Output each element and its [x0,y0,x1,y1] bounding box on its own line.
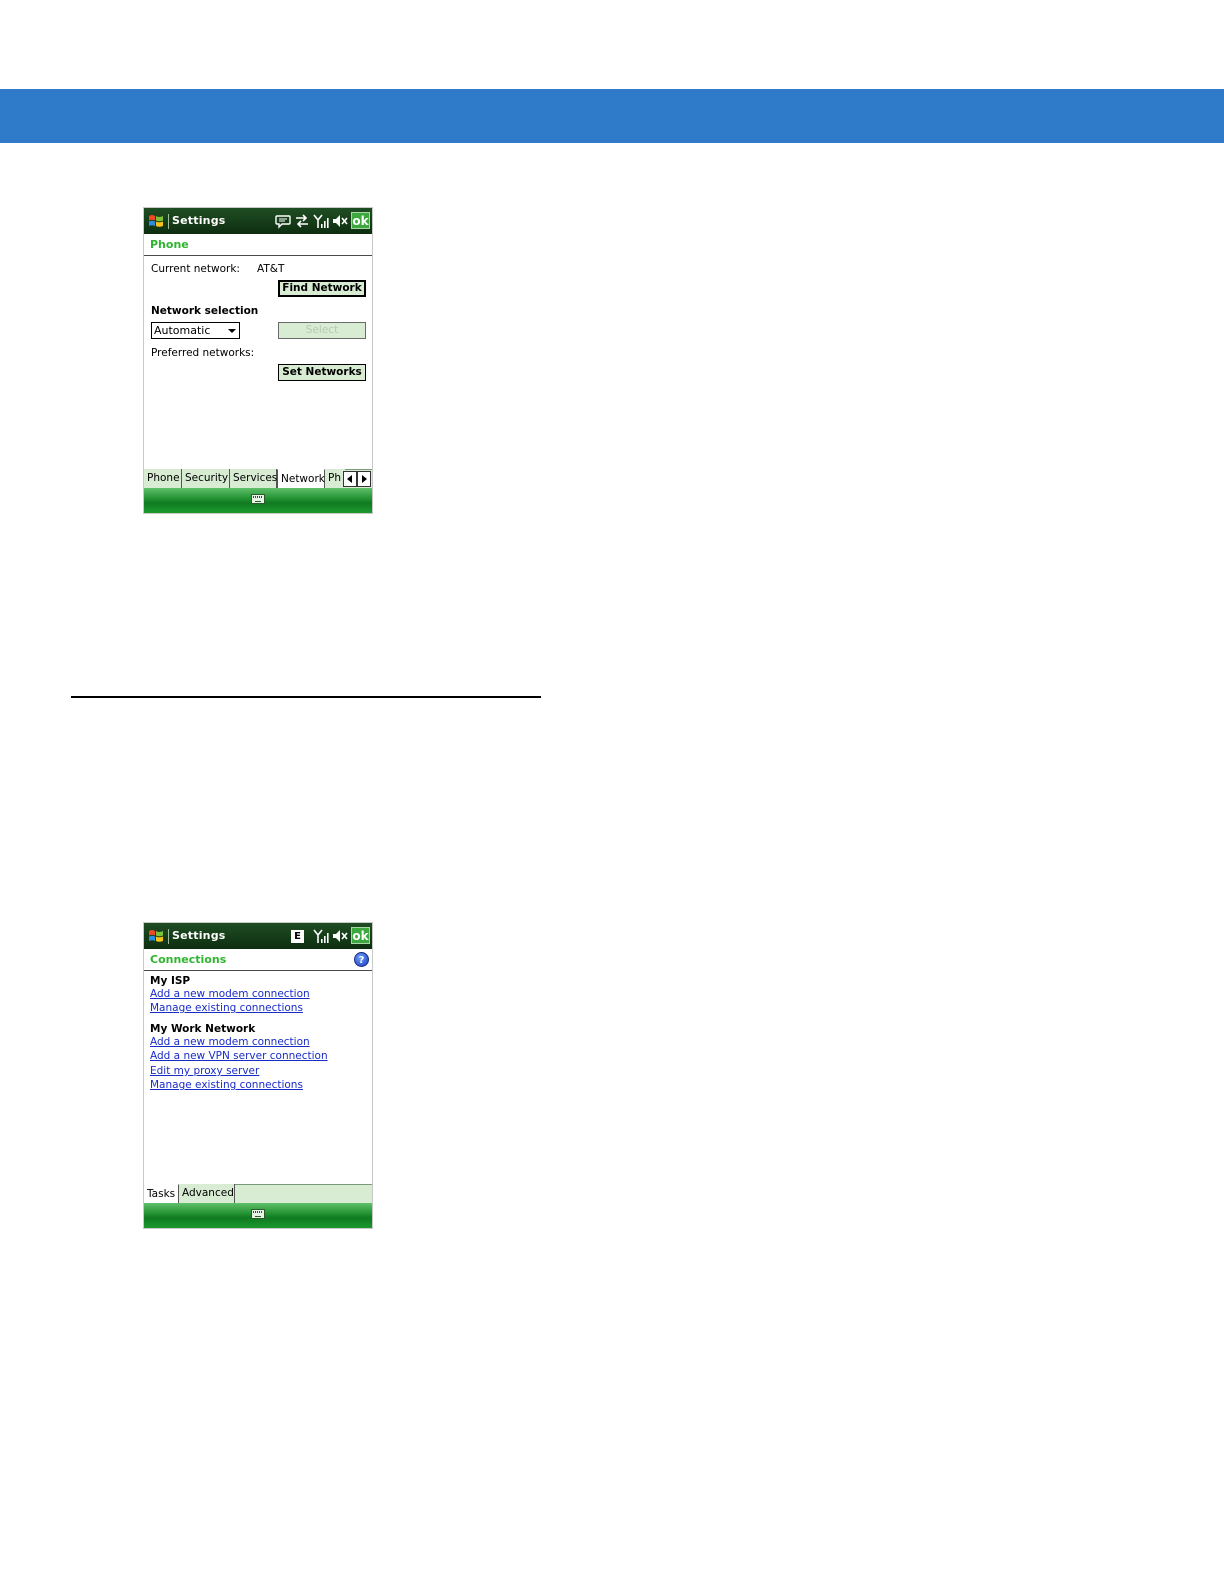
phone-network-screen: Settings ok Phone Current network: AT&T … [143,207,373,514]
tab-bar: Phone Security Services Network Ph [144,469,372,490]
window-title: Settings [172,929,226,942]
chevron-down-icon [228,329,236,333]
select-button[interactable]: Select [278,322,366,339]
link-work-manage-connections[interactable]: Manage existing connections [150,1079,303,1091]
title-separator [168,929,169,944]
dropdown-value: Automatic [154,324,211,337]
signal-strength-icon[interactable] [313,928,329,944]
tab-scroll-right-button[interactable] [357,471,371,487]
set-networks-button[interactable]: Set Networks [278,364,366,381]
link-work-add-modem[interactable]: Add a new modem connection [150,1036,310,1048]
sync-arrows-icon[interactable] [294,213,310,229]
network-selection-dropdown[interactable]: Automatic [151,322,240,339]
windows-start-icon[interactable] [148,213,164,229]
status-icons [275,212,348,230]
soft-key-bar [144,1203,372,1228]
title-separator [168,214,169,229]
ok-button[interactable]: ok [351,212,370,229]
connections-screen: Settings E ok Connections ? My ISP Add a… [143,922,373,1229]
soft-key-bar [144,488,372,513]
subheader-title: Phone [150,238,189,251]
keyboard-icon[interactable] [251,494,265,504]
group-title-my-work-network: My Work Network [150,1023,256,1035]
link-work-edit-proxy[interactable]: Edit my proxy server [150,1065,259,1077]
tab-security[interactable]: Security [182,469,230,490]
window-title: Settings [172,214,226,227]
tab-advanced[interactable]: Advanced [179,1184,235,1205]
edge-data-icon[interactable]: E [291,929,304,943]
windows-start-icon[interactable] [148,928,164,944]
tab-bar: Tasks Advanced [144,1184,372,1205]
current-network-value: AT&T [257,263,285,275]
arrow-right-icon [362,475,367,483]
group-title-my-isp: My ISP [150,975,191,987]
tab-phone-partial[interactable]: Ph [325,469,345,490]
tab-tasks[interactable]: Tasks [144,1184,179,1205]
current-network-label: Current network: [151,263,240,275]
page-header-bar [0,89,1224,143]
find-network-button[interactable]: Find Network [278,280,366,297]
subheader-title: Connections [150,953,227,966]
title-bar: Settings E ok [144,923,372,949]
message-bubble-icon[interactable] [275,213,291,229]
signal-strength-icon[interactable] [313,213,329,229]
tab-phone[interactable]: Phone [144,469,182,490]
speaker-muted-icon[interactable] [332,928,348,944]
help-icon[interactable]: ? [354,952,369,967]
preferred-networks-label: Preferred networks: [151,347,255,359]
link-work-add-vpn[interactable]: Add a new VPN server connection [150,1050,328,1062]
keyboard-icon[interactable] [251,1209,265,1219]
subheader: Phone [144,235,372,256]
link-isp-manage-connections[interactable]: Manage existing connections [150,1002,303,1014]
title-bar: Settings ok [144,208,372,234]
tab-network[interactable]: Network [277,469,325,490]
section-divider [71,696,541,698]
tab-scroll-left-button[interactable] [343,471,357,487]
status-icons: E [291,927,348,945]
ok-button[interactable]: ok [351,927,370,944]
arrow-left-icon [347,475,352,483]
network-selection-label: Network selection [151,305,259,317]
subheader: Connections ? [144,950,372,971]
speaker-muted-icon[interactable] [332,213,348,229]
link-isp-add-modem[interactable]: Add a new modem connection [150,988,310,1000]
tab-services[interactable]: Services [230,469,277,490]
